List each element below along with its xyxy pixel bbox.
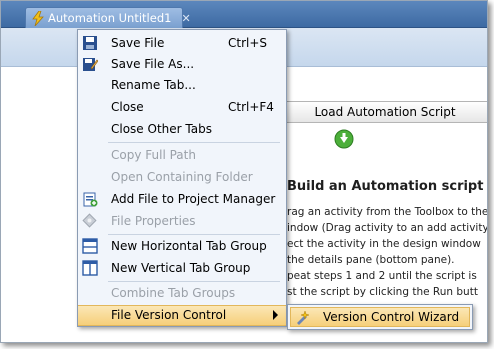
menu-item-label: Add File to Project Manager <box>111 192 276 206</box>
menu-item-new-horizontal-tab-group[interactable]: New Horizontal Tab Group <box>78 236 286 257</box>
menu-item-label: File Version Control <box>111 308 227 322</box>
menu-item-save-file-as[interactable]: Save File As... <box>78 54 286 75</box>
instruction-line: indow (Drag activity to an add activity <box>287 222 487 234</box>
menu-item-label: New Horizontal Tab Group <box>111 239 267 253</box>
tab-context-menu: Save File Ctrl+S Save File As... Rename … <box>77 29 287 327</box>
menu-separator <box>108 142 280 143</box>
menu-item-label: Close <box>111 100 144 114</box>
menu-item-label: Combine Tab Groups <box>111 286 236 300</box>
instruction-line: st the script by clicking the Run butt <box>287 286 478 298</box>
menu-separator <box>108 281 280 282</box>
menu-item-label: Copy Full Path <box>111 148 196 162</box>
application-window: Automation Untitled1 ✕ Load Automation S… <box>0 0 488 343</box>
tab-strip: Automation Untitled1 ✕ <box>1 1 487 28</box>
tab-close-icon[interactable]: ✕ <box>181 12 190 25</box>
menu-separator <box>108 234 280 235</box>
menu-item-shortcut: Ctrl+S <box>228 36 268 50</box>
menu-item-label: Rename Tab... <box>111 78 196 92</box>
file-version-control-submenu: Version Control Wizard <box>287 304 473 330</box>
menu-item-save-file[interactable]: Save File Ctrl+S <box>78 33 286 54</box>
instructions-list: rag an activity from the Toolbox to the … <box>287 204 487 300</box>
lightning-bolt-icon <box>32 10 44 26</box>
vertical-tab-group-icon <box>82 260 98 276</box>
menu-item-open-containing-folder: Open Containing Folder <box>78 167 286 188</box>
menu-item-shortcut: Ctrl+F4 <box>228 100 274 114</box>
page-heading: Build an Automation script <box>287 179 484 194</box>
add-to-project-icon <box>82 191 98 207</box>
load-automation-script-button[interactable]: Load Automation Script <box>279 101 487 123</box>
menu-item-label: File Properties <box>111 214 196 228</box>
menu-item-file-properties: File Properties <box>78 211 286 232</box>
instruction-line: rag an activity from the Toolbox to the <box>287 206 487 218</box>
green-down-arrow-icon <box>334 129 354 149</box>
version-control-wizard-icon <box>295 309 311 325</box>
tab-automation-untitled1[interactable]: Automation Untitled1 ✕ <box>25 7 191 28</box>
instruction-line: the details pane (bottom pane). <box>287 254 455 266</box>
menu-item-new-vertical-tab-group[interactable]: New Vertical Tab Group <box>78 258 286 279</box>
instruction-line: peat steps 1 and 2 until the script is <box>287 270 477 282</box>
horizontal-tab-group-icon <box>82 238 98 254</box>
menu-item-file-version-control[interactable]: File Version Control <box>78 305 286 326</box>
menu-item-label: New Vertical Tab Group <box>111 261 251 275</box>
menu-item-rename-tab[interactable]: Rename Tab... <box>78 75 286 96</box>
menu-item-label: Close Other Tabs <box>111 122 212 136</box>
menu-item-label: Save File As... <box>111 57 195 71</box>
properties-icon <box>82 213 98 229</box>
tab-title: Automation Untitled1 <box>48 11 172 25</box>
menu-item-close-other-tabs[interactable]: Close Other Tabs <box>78 119 286 140</box>
submenu-arrow-icon <box>273 310 278 320</box>
menu-item-close[interactable]: Close Ctrl+F4 <box>78 97 286 118</box>
instruction-line: ect the activity in the design window <box>287 238 481 250</box>
menu-item-copy-full-path: Copy Full Path <box>78 145 286 166</box>
save-as-icon <box>82 56 99 72</box>
menu-item-version-control-wizard[interactable]: Version Control Wizard <box>290 307 470 327</box>
menu-item-combine-tab-groups: Combine Tab Groups <box>78 283 286 304</box>
menu-item-label: Save File <box>111 36 165 50</box>
menu-item-label: Open Containing Folder <box>111 170 253 184</box>
floppy-disk-icon <box>82 35 98 51</box>
menu-item-label: Version Control Wizard <box>323 310 460 324</box>
menu-item-add-file-to-project-manager[interactable]: Add File to Project Manager <box>78 189 286 210</box>
